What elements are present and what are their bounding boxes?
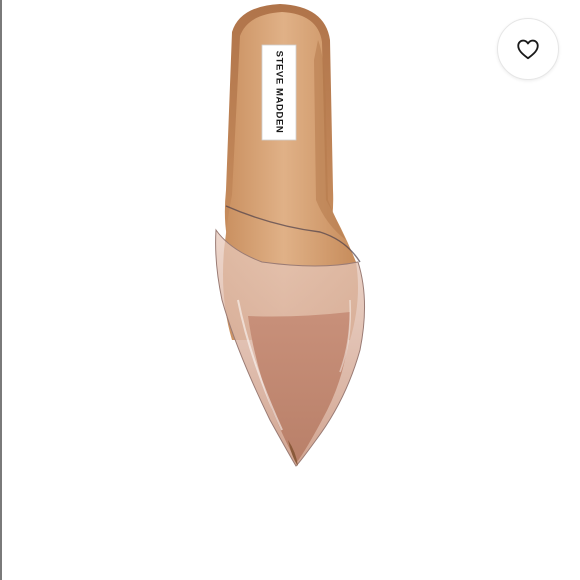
heart-icon [517, 39, 539, 60]
like-button[interactable] [497, 18, 559, 80]
product-image: STEVE MADDEN [215, 4, 365, 467]
product-photo-frame: STEVE MADDEN [0, 0, 580, 580]
brand-label-text: STEVE MADDEN [273, 51, 284, 134]
